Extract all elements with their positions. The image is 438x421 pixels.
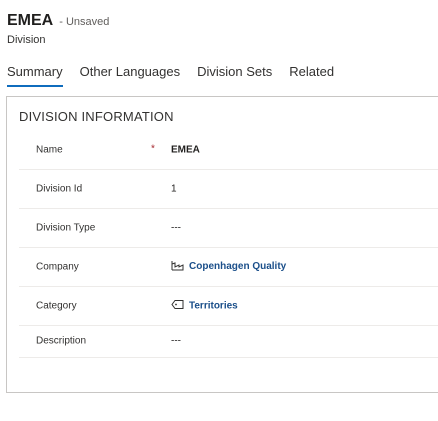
name-field[interactable]: EMEA bbox=[171, 144, 200, 155]
category-link[interactable]: Territories bbox=[189, 300, 238, 311]
title-row: EMEA - Unsaved bbox=[7, 12, 109, 30]
tab-summary[interactable]: Summary bbox=[7, 64, 63, 87]
field-label-company: Company bbox=[36, 261, 79, 272]
entity-name: Division bbox=[7, 34, 46, 46]
field-row-division-id: Division Id 1 bbox=[19, 169, 438, 209]
company-lookup[interactable]: Copenhagen Quality bbox=[171, 260, 286, 274]
division-type-field[interactable]: --- bbox=[171, 222, 181, 233]
field-label-name: Name bbox=[36, 144, 63, 155]
tab-list: Summary Other Languages Division Sets Re… bbox=[7, 64, 351, 87]
description-field[interactable]: --- bbox=[171, 336, 181, 347]
division-information-section: DIVISION INFORMATION Name * EMEA Divisio… bbox=[6, 96, 438, 393]
field-label-description: Description bbox=[36, 335, 87, 347]
field-label-category: Category bbox=[36, 300, 77, 311]
required-indicator: * bbox=[151, 142, 155, 154]
field-row-category: Category Territories bbox=[19, 286, 438, 326]
tab-other-languages[interactable]: Other Languages bbox=[80, 64, 180, 87]
field-row-name: Name * EMEA bbox=[19, 130, 438, 170]
unsaved-indicator: - Unsaved bbox=[59, 16, 110, 28]
company-icon bbox=[171, 260, 184, 274]
field-label-division-type: Division Type bbox=[36, 222, 96, 233]
record-title: EMEA bbox=[7, 12, 54, 29]
division-id-field[interactable]: 1 bbox=[171, 183, 177, 194]
field-label-division-id: Division Id bbox=[36, 183, 83, 194]
company-link[interactable]: Copenhagen Quality bbox=[189, 261, 286, 272]
section-title: DIVISION INFORMATION bbox=[19, 109, 174, 124]
tag-icon bbox=[171, 299, 184, 312]
category-lookup[interactable]: Territories bbox=[171, 299, 238, 312]
field-row-description: Description --- bbox=[19, 325, 438, 358]
tab-division-sets[interactable]: Division Sets bbox=[197, 64, 272, 87]
field-row-company: Company Copenhagen Quality bbox=[19, 247, 438, 287]
record-header: EMEA - Unsaved Division bbox=[7, 12, 109, 46]
tab-related[interactable]: Related bbox=[289, 64, 334, 87]
field-row-division-type: Division Type --- bbox=[19, 208, 438, 248]
